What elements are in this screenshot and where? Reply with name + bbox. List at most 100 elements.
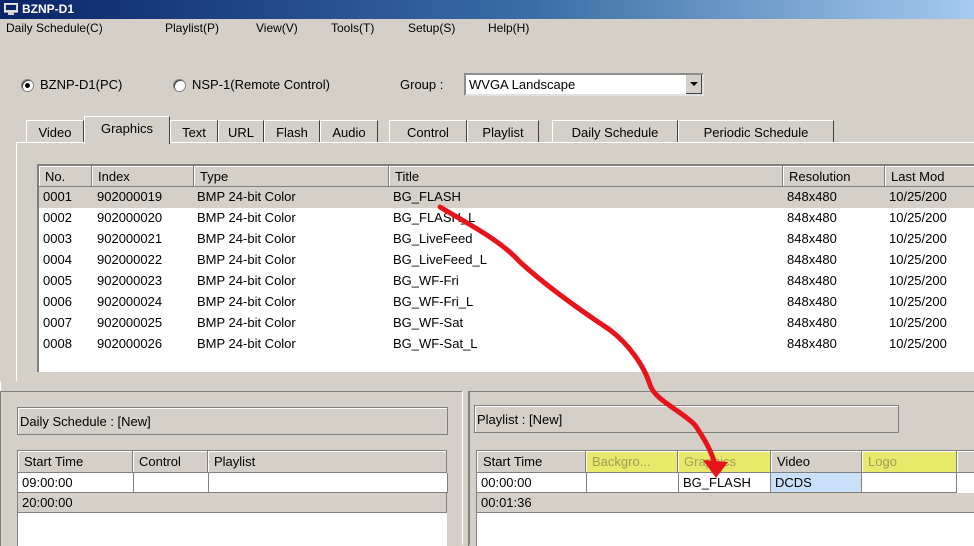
pl-col-logo[interactable]: Logo	[862, 451, 957, 473]
table-row[interactable]: 0004 902000022 BMP 24-bit Color BG_LiveFeed…	[39, 250, 974, 271]
table-cell: 902000025	[97, 315, 163, 330]
table-cell: 902000022	[97, 252, 163, 267]
pl-col-start-time[interactable]: Start Time	[477, 451, 586, 473]
table-cell: BG_LiveFeed_L	[393, 252, 487, 267]
table-cell: 10/25/200	[889, 252, 947, 267]
table-cell: BG_FLASH	[393, 189, 461, 204]
ds-cell[interactable]: 20:00:00	[18, 493, 447, 513]
menu-help[interactable]: Help(H)	[488, 21, 529, 35]
radio-remote[interactable]	[173, 79, 186, 92]
radio-pc[interactable]	[21, 79, 34, 92]
pl-cell-video[interactable]: DCDS	[771, 473, 862, 493]
table-cell: BG_WF-Fri_L	[393, 294, 474, 309]
table-cell: 0003	[43, 231, 72, 246]
table-cell: 10/25/200	[889, 336, 947, 351]
pl-cell[interactable]	[862, 473, 957, 493]
radio-remote-label: NSP-1(Remote Control)	[192, 77, 330, 92]
table-cell: 10/25/200	[889, 273, 947, 288]
window-title: BZNP-D1	[22, 2, 75, 16]
table-cell: 902000020	[97, 210, 163, 225]
table-cell: BMP 24-bit Color	[197, 315, 296, 330]
table-cell: 902000023	[97, 273, 163, 288]
pl-cell-graphics[interactable]: BG_FLASH	[679, 473, 771, 493]
table-cell: BMP 24-bit Color	[197, 294, 296, 309]
tab-graphics[interactable]: Graphics	[84, 116, 170, 144]
table-cell: 848x480	[787, 336, 837, 351]
ds-cell[interactable]: 09:00:00	[18, 473, 134, 493]
ds-cell[interactable]	[209, 473, 448, 493]
ds-col-start-time[interactable]: Start Time	[18, 451, 133, 473]
table-cell: 848x480	[787, 252, 837, 267]
col-header-no[interactable]: No.	[39, 166, 92, 187]
table-cell: 848x480	[787, 294, 837, 309]
table-cell: 902000019	[97, 189, 163, 204]
table-row[interactable]: 0006 902000024 BMP 24-bit Color BG_WF-Fri_L…	[39, 292, 974, 313]
table-cell: 848x480	[787, 189, 837, 204]
graphics-table[interactable]: No. Index Type Title Resolution Last Mod…	[37, 164, 974, 372]
menu-setup[interactable]: Setup(S)	[408, 21, 455, 35]
table-cell: 10/25/200	[889, 189, 947, 204]
menu-view[interactable]: View(V)	[256, 21, 298, 35]
monitor-icon	[4, 3, 18, 15]
table-cell: 848x480	[787, 210, 837, 225]
group-label: Group :	[400, 77, 444, 92]
ds-col-control[interactable]: Control	[133, 451, 208, 473]
pl-cell[interactable]: 00:01:36	[477, 493, 974, 513]
playlist-table[interactable]: Start Time Backgro... Graphics Video Log…	[476, 450, 974, 546]
table-row[interactable]: 0002 902000020 BMP 24-bit Color BG_FLASH_L 8…	[39, 208, 974, 229]
table-row[interactable]: 0001 902000019 BMP 24-bit Color BG_FLASH 848…	[39, 187, 974, 208]
chevron-down-icon[interactable]	[685, 75, 702, 94]
col-header-title[interactable]: Title	[389, 166, 783, 187]
tab-flash[interactable]: Flash	[264, 120, 320, 143]
table-row[interactable]: 0008 902000026 BMP 24-bit Color BG_WF-Sat_L…	[39, 334, 974, 355]
table-row[interactable]: 0005 902000023 BMP 24-bit Color BG_WF-Fri 84…	[39, 271, 974, 292]
table-cell: BG_LiveFeed	[393, 231, 473, 246]
table-cell: BG_FLASH_L	[393, 210, 476, 225]
table-cell: 0001	[43, 189, 72, 204]
playlist-title: Playlist : [New]	[474, 405, 899, 433]
ds-col-playlist[interactable]: Playlist	[208, 451, 447, 473]
col-header-resolution[interactable]: Resolution	[783, 166, 885, 187]
menu-tools[interactable]: Tools(T)	[331, 21, 374, 35]
daily-schedule-title: Daily Schedule : [New]	[17, 407, 448, 435]
pl-col-more[interactable]	[957, 451, 974, 473]
tab-text[interactable]: Text	[170, 120, 218, 143]
pl-cell[interactable]	[587, 473, 679, 493]
ds-cell[interactable]	[134, 473, 209, 493]
table-cell: 10/25/200	[889, 294, 947, 309]
tab-url[interactable]: URL	[218, 120, 264, 143]
pl-col-video[interactable]: Video	[771, 451, 862, 473]
daily-schedule-table[interactable]: Start Time Control Playlist 09:00:00 20:…	[17, 450, 448, 546]
table-cell: BG_WF-Sat	[393, 315, 464, 330]
radio-pc-label: BZNP-D1(PC)	[40, 77, 123, 92]
group-select-value: WVGA Landscape	[469, 77, 576, 92]
table-cell: 848x480	[787, 315, 837, 330]
table-cell: 902000021	[97, 231, 163, 246]
pl-cell[interactable]: 00:00:00	[477, 473, 587, 493]
splitter[interactable]	[0, 381, 974, 391]
pl-col-graphics[interactable]: Graphics	[678, 451, 771, 473]
menu-daily-schedule[interactable]: Daily Schedule(C)	[6, 21, 103, 35]
table-cell: 848x480	[787, 273, 837, 288]
table-row[interactable]: 0007 902000025 BMP 24-bit Color BG_WF-Sat 84…	[39, 313, 974, 334]
table-cell: BG_WF-Fri	[393, 273, 459, 288]
table-cell: 0005	[43, 273, 72, 288]
table-cell: 10/25/200	[889, 210, 947, 225]
tab-playlist[interactable]: Playlist	[467, 120, 539, 143]
title-bar: BZNP-D1	[0, 0, 974, 19]
col-header-last-modified[interactable]: Last Mod	[885, 166, 974, 187]
col-header-index[interactable]: Index	[92, 166, 194, 187]
group-select[interactable]: WVGA Landscape	[464, 73, 704, 96]
table-cell: 0007	[43, 315, 72, 330]
tab-video[interactable]: Video	[26, 120, 84, 143]
menu-playlist[interactable]: Playlist(P)	[165, 21, 219, 35]
table-cell: 902000026	[97, 336, 163, 351]
col-header-type[interactable]: Type	[194, 166, 389, 187]
tab-audio[interactable]: Audio	[320, 120, 378, 143]
table-row[interactable]: 0003 902000021 BMP 24-bit Color BG_LiveFeed…	[39, 229, 974, 250]
pl-col-background[interactable]: Backgro...	[586, 451, 678, 473]
tab-periodic-schedule[interactable]: Periodic Schedule	[678, 120, 834, 143]
tab-control[interactable]: Control	[389, 120, 467, 143]
tab-daily-schedule[interactable]: Daily Schedule	[552, 120, 678, 143]
table-cell: 848x480	[787, 231, 837, 246]
